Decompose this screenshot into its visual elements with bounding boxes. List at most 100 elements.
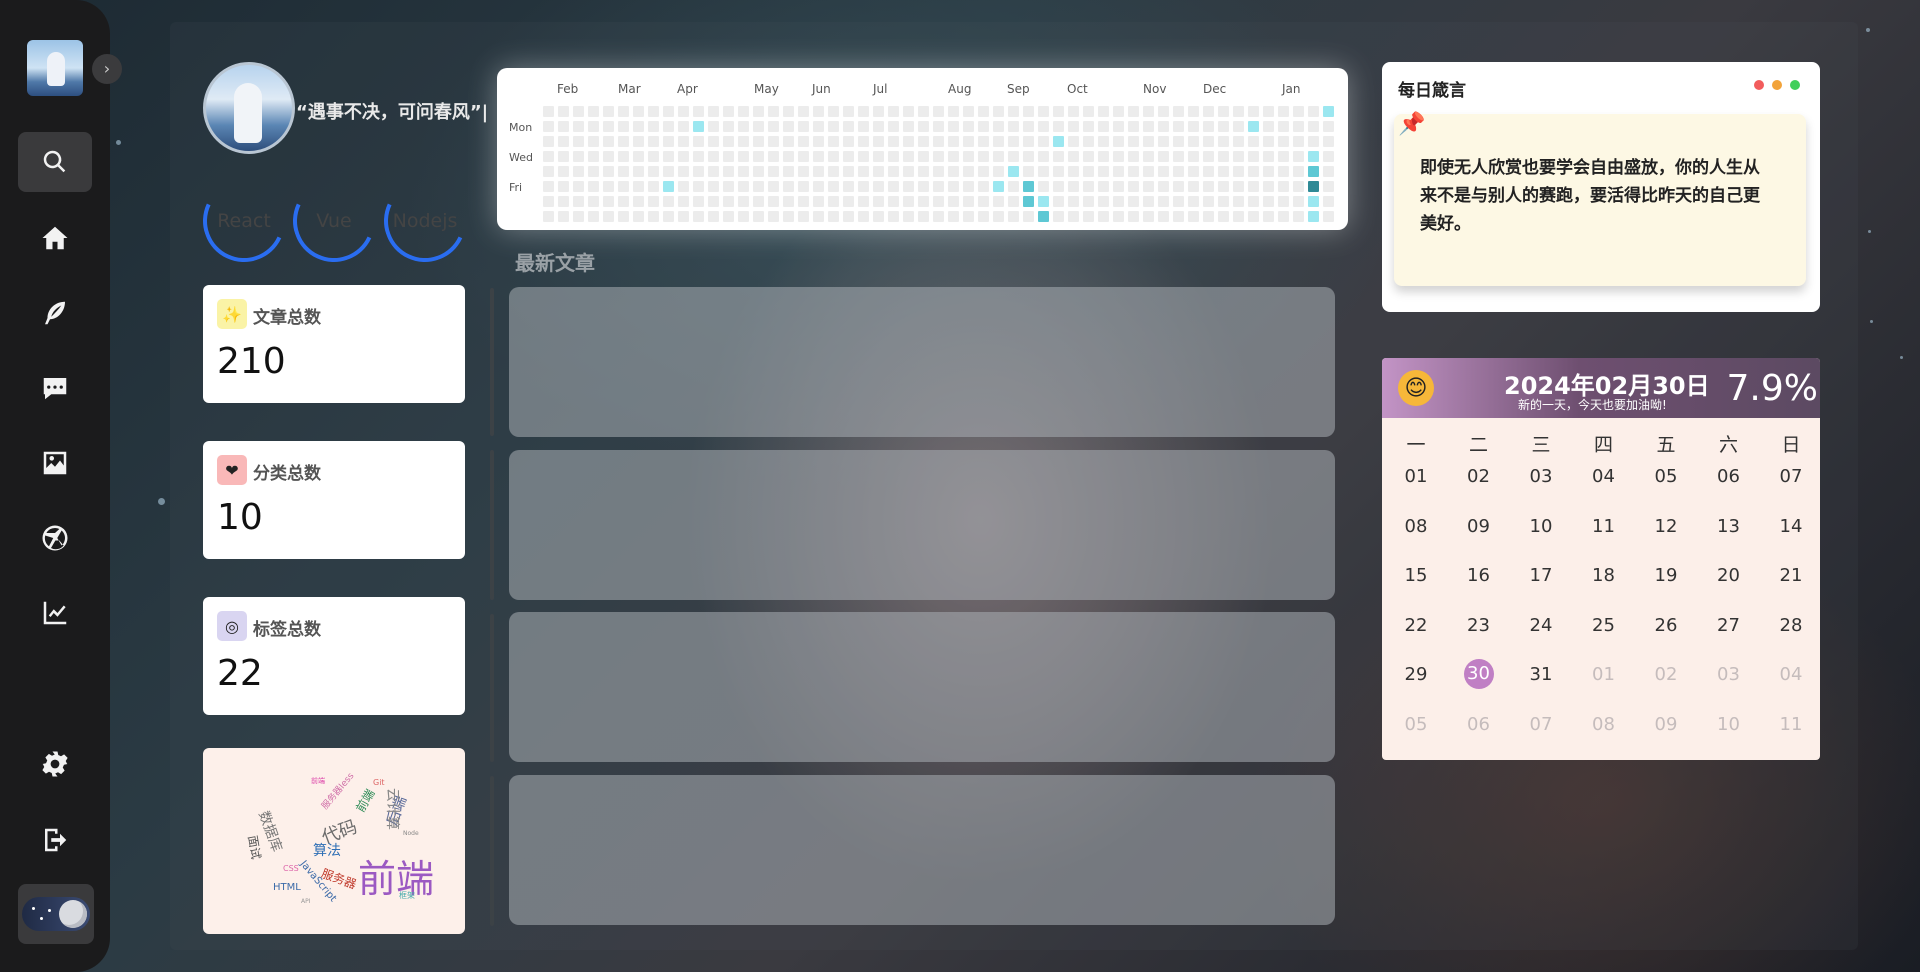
contrib-cell[interactable] xyxy=(1113,166,1124,177)
contrib-cell[interactable] xyxy=(723,166,734,177)
contrib-cell[interactable] xyxy=(933,151,944,162)
contrib-cell[interactable] xyxy=(753,181,764,192)
contrib-cell[interactable] xyxy=(1098,136,1109,147)
contrib-cell[interactable] xyxy=(1023,211,1034,222)
calendar-day[interactable]: 07 xyxy=(1510,714,1572,735)
contrib-cell[interactable] xyxy=(858,121,869,132)
contrib-cell[interactable] xyxy=(1173,151,1184,162)
contrib-cell[interactable] xyxy=(963,166,974,177)
contrib-cell[interactable] xyxy=(1053,106,1064,117)
contrib-cell[interactable] xyxy=(783,181,794,192)
contrib-cell[interactable] xyxy=(1263,151,1274,162)
contrib-cell[interactable] xyxy=(1068,136,1079,147)
contrib-cell[interactable] xyxy=(873,121,884,132)
contrib-cell[interactable] xyxy=(648,181,659,192)
calendar-day[interactable]: 18 xyxy=(1573,565,1635,586)
contrib-cell[interactable] xyxy=(963,211,974,222)
contrib-cell[interactable] xyxy=(678,121,689,132)
calendar-day[interactable]: 23 xyxy=(1448,615,1510,636)
contrib-cell[interactable] xyxy=(648,136,659,147)
calendar-day[interactable]: 19 xyxy=(1635,565,1697,586)
contrib-cell[interactable] xyxy=(1203,151,1214,162)
calendar-day[interactable]: 25 xyxy=(1573,615,1635,636)
contrib-cell[interactable] xyxy=(708,136,719,147)
calendar-day[interactable]: 12 xyxy=(1635,516,1697,537)
contrib-cell[interactable] xyxy=(603,151,614,162)
contrib-cell[interactable] xyxy=(1023,151,1034,162)
contrib-cell[interactable] xyxy=(1113,121,1124,132)
calendar-day[interactable]: 11 xyxy=(1573,516,1635,537)
calendar-day[interactable]: 14 xyxy=(1760,516,1820,537)
contrib-cell[interactable] xyxy=(1293,151,1304,162)
contrib-cell[interactable] xyxy=(993,181,1004,192)
contrib-cell[interactable] xyxy=(738,106,749,117)
contrib-cell[interactable] xyxy=(918,166,929,177)
calendar-day[interactable]: 20 xyxy=(1698,565,1760,586)
contrib-cell[interactable] xyxy=(858,136,869,147)
calendar-day[interactable]: 29 xyxy=(1385,664,1447,685)
contrib-cell[interactable] xyxy=(1083,181,1094,192)
contrib-cell[interactable] xyxy=(843,181,854,192)
contrib-cell[interactable] xyxy=(963,151,974,162)
calendar-day[interactable]: 31 xyxy=(1510,664,1572,685)
contrib-cell[interactable] xyxy=(813,211,824,222)
sidebar-item-logout[interactable] xyxy=(18,810,92,870)
contrib-cell[interactable] xyxy=(828,136,839,147)
contrib-cell[interactable] xyxy=(1008,136,1019,147)
contrib-cell[interactable] xyxy=(948,106,959,117)
contrib-cell[interactable] xyxy=(1068,106,1079,117)
contrib-cell[interactable] xyxy=(1053,196,1064,207)
contrib-cell[interactable] xyxy=(918,106,929,117)
contrib-cell[interactable] xyxy=(1158,211,1169,222)
contrib-cell[interactable] xyxy=(843,121,854,132)
contrib-cell[interactable] xyxy=(1143,166,1154,177)
contrib-cell[interactable] xyxy=(903,196,914,207)
contrib-cell[interactable] xyxy=(888,196,899,207)
contrib-cell[interactable] xyxy=(738,136,749,147)
contrib-cell[interactable] xyxy=(1038,106,1049,117)
contrib-cell[interactable] xyxy=(858,211,869,222)
wordcloud-word[interactable]: 云计算 xyxy=(383,788,403,830)
contrib-cell[interactable] xyxy=(1278,181,1289,192)
contrib-cell[interactable] xyxy=(768,121,779,132)
contrib-cell[interactable] xyxy=(963,121,974,132)
calendar-day[interactable]: 30 xyxy=(1448,659,1510,689)
contrib-cell[interactable] xyxy=(888,136,899,147)
contrib-cell[interactable] xyxy=(1008,121,1019,132)
contrib-cell[interactable] xyxy=(723,106,734,117)
contrib-cell[interactable] xyxy=(558,121,569,132)
calendar-day[interactable]: 04 xyxy=(1760,664,1820,685)
contrib-cell[interactable] xyxy=(663,211,674,222)
contrib-cell[interactable] xyxy=(618,166,629,177)
contrib-cell[interactable] xyxy=(783,151,794,162)
contrib-cell[interactable] xyxy=(1308,166,1319,177)
contrib-cell[interactable] xyxy=(648,106,659,117)
contrib-cell[interactable] xyxy=(1053,151,1064,162)
contrib-cell[interactable] xyxy=(1323,136,1334,147)
contrib-cell[interactable] xyxy=(1068,196,1079,207)
article-card[interactable] xyxy=(509,775,1335,925)
contrib-cell[interactable] xyxy=(588,166,599,177)
contrib-cell[interactable] xyxy=(633,106,644,117)
contrib-cell[interactable] xyxy=(1098,106,1109,117)
contrib-cell[interactable] xyxy=(678,196,689,207)
contrib-cell[interactable] xyxy=(1083,166,1094,177)
contrib-cell[interactable] xyxy=(1068,181,1079,192)
contrib-cell[interactable] xyxy=(798,211,809,222)
contrib-cell[interactable] xyxy=(1263,136,1274,147)
contrib-cell[interactable] xyxy=(753,211,764,222)
contrib-cell[interactable] xyxy=(1128,151,1139,162)
calendar-day[interactable]: 22 xyxy=(1385,615,1447,636)
contrib-cell[interactable] xyxy=(1038,136,1049,147)
contrib-cell[interactable] xyxy=(1008,211,1019,222)
contrib-cell[interactable] xyxy=(948,166,959,177)
contrib-cell[interactable] xyxy=(963,196,974,207)
contrib-cell[interactable] xyxy=(678,136,689,147)
calendar-day[interactable]: 28 xyxy=(1760,615,1820,636)
calendar-day[interactable]: 06 xyxy=(1448,714,1510,735)
sidebar-avatar[interactable] xyxy=(27,40,83,96)
article-card[interactable] xyxy=(509,450,1335,600)
wordcloud-word[interactable]: 前端 xyxy=(352,786,379,815)
calendar-day[interactable]: 08 xyxy=(1573,714,1635,735)
contrib-cell[interactable] xyxy=(633,166,644,177)
